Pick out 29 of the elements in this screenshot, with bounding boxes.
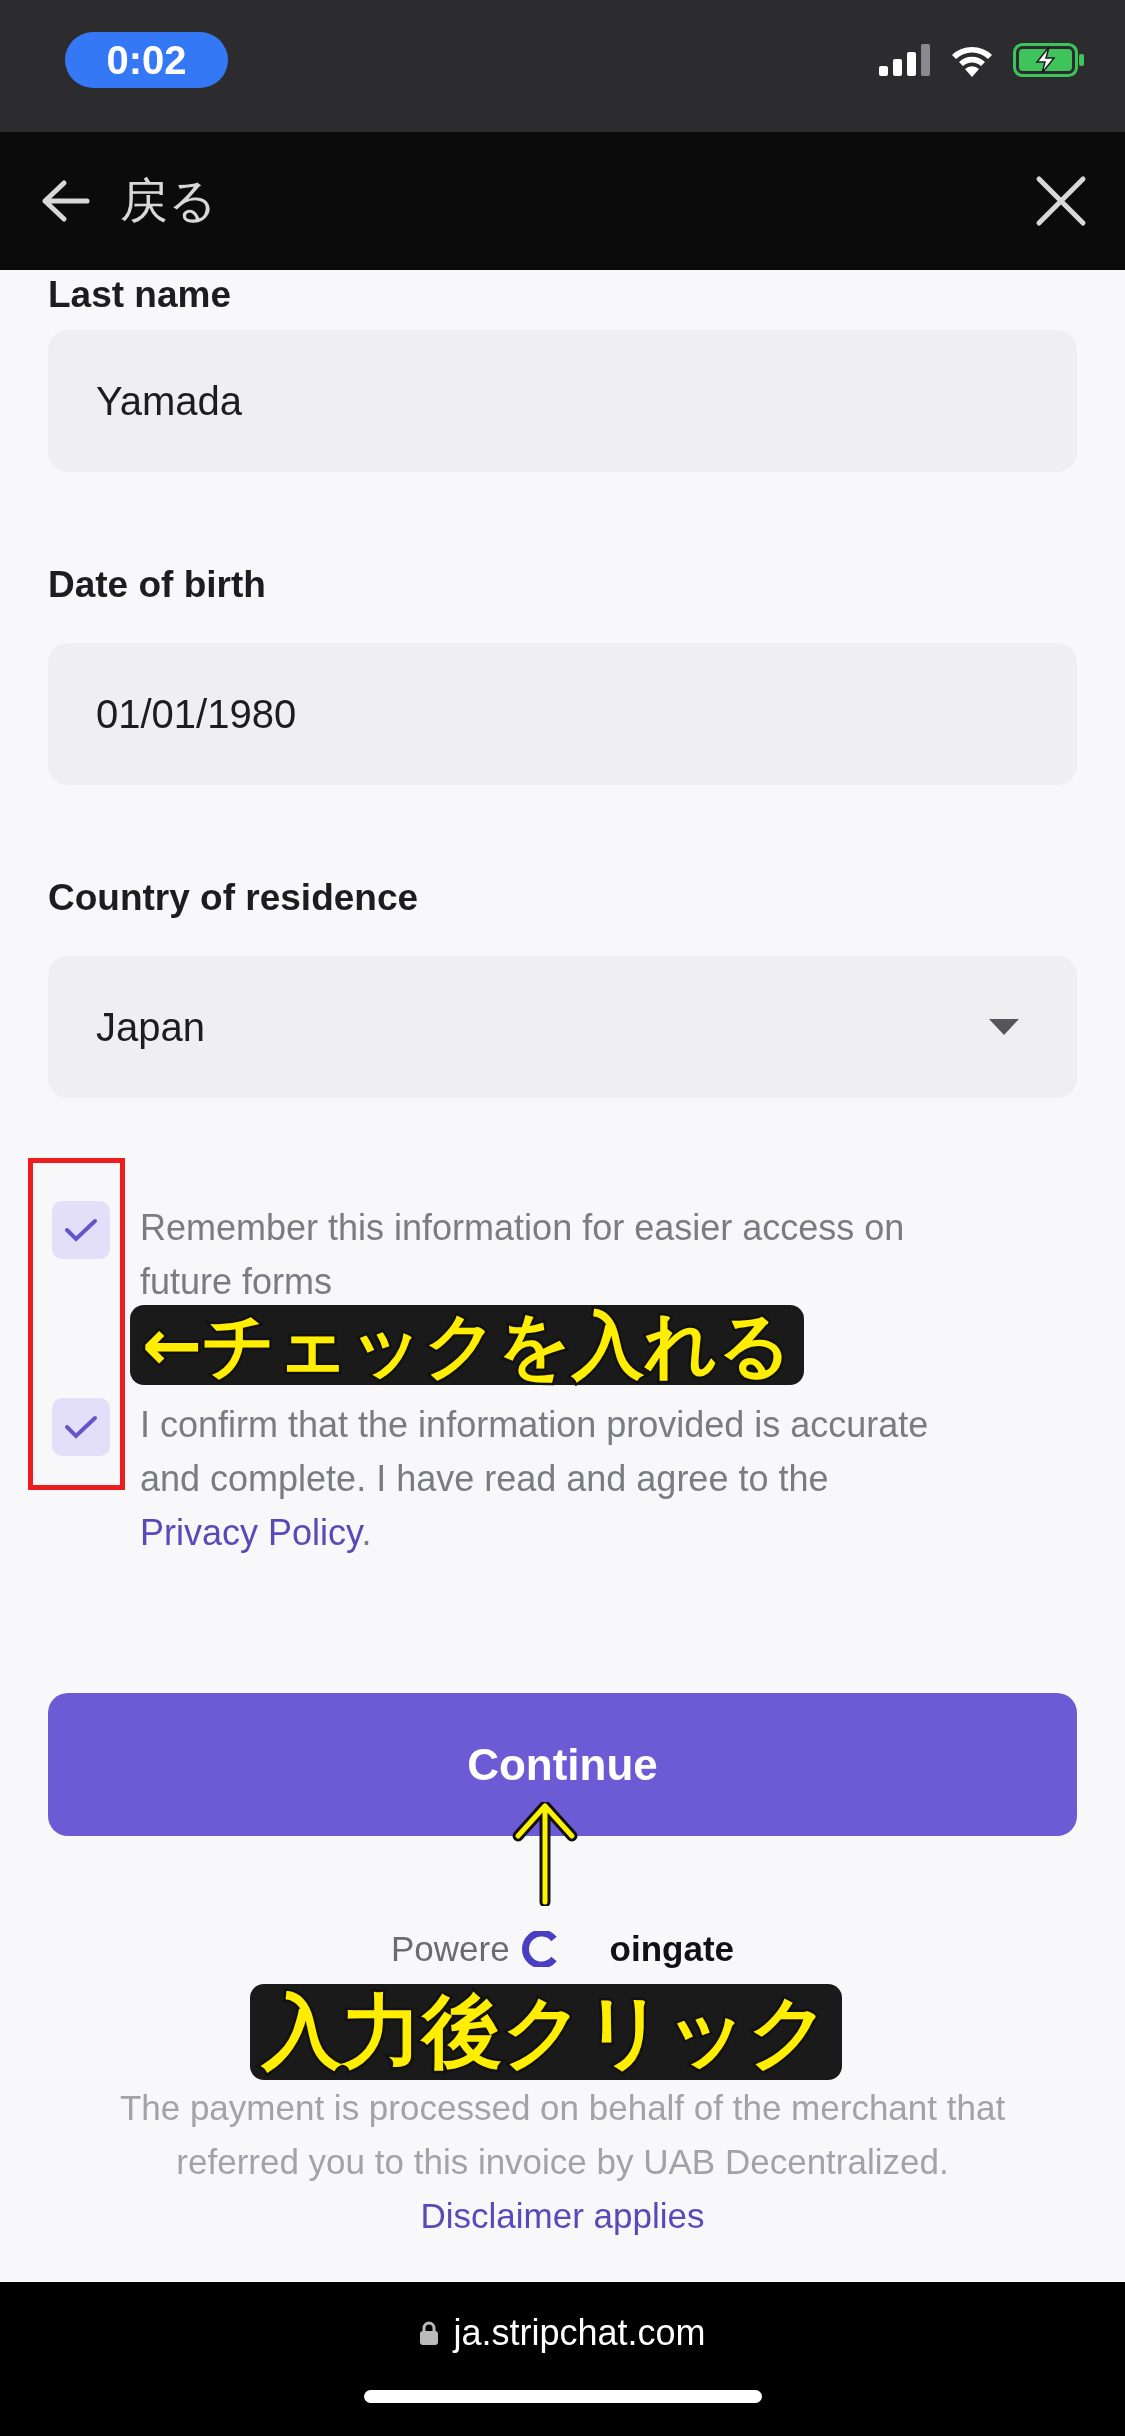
disclaimer-link[interactable]: Disclaimer applies xyxy=(420,2189,705,2243)
battery-icon xyxy=(1013,43,1085,77)
status-time: 0:02 xyxy=(65,32,228,88)
checkbox[interactable] xyxy=(52,1201,110,1259)
country-dropdown[interactable]: Japan xyxy=(48,956,1077,1098)
brand-name: oingate xyxy=(609,1929,735,1969)
checkbox-label: Remember this information for easier access on future forms xyxy=(140,1206,906,1304)
check-icon xyxy=(64,1414,98,1440)
back-button[interactable]: 戻る xyxy=(40,169,217,233)
input-field[interactable]: Yamada xyxy=(48,330,1077,472)
input-field[interactable]: 01/01/1980 xyxy=(48,643,1077,785)
close-icon[interactable] xyxy=(1035,175,1087,227)
checkbox-label: I confirm that the information provided is accurate and complete. I have read and agree to the Privacy Policy. xyxy=(140,1403,930,1555)
privacy-policy-link[interactable]: Privacy Policy xyxy=(140,1512,362,1553)
continue-button[interactable]: Continue xyxy=(48,1693,1077,1836)
field-label: Date of birth xyxy=(48,563,267,607)
checkbox[interactable] xyxy=(52,1398,110,1456)
powered-by-text: Powere xyxy=(390,1929,510,1969)
field-label: Last name xyxy=(48,273,232,317)
annotation-text: 入力後クリック xyxy=(250,1984,842,2080)
address-bar[interactable]: ja.stripchat.com xyxy=(419,2312,706,2354)
up-arrow-icon xyxy=(512,1802,578,1906)
annotation-text: ←チェックを入れる xyxy=(130,1305,805,1385)
check-icon xyxy=(64,1217,98,1243)
caret-icon xyxy=(989,1019,1019,1035)
field-label: Country of residence xyxy=(48,876,420,920)
signal-icon xyxy=(879,44,931,76)
back-arrow-icon xyxy=(40,179,90,223)
disclaimer-text: The payment is processed on behalf of the merchant that referred you to this invoice by UAB Decentralized. xyxy=(118,2087,1007,2183)
